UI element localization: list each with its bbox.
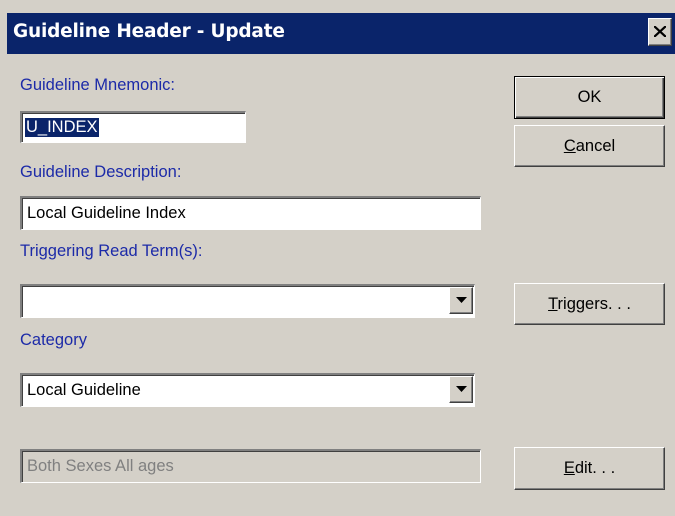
guideline-header-dialog: Guideline Header - Update Guideline Mnem… — [0, 0, 675, 516]
population-value: Both Sexes All ages — [27, 457, 174, 475]
category-value: Local Guideline — [27, 381, 141, 399]
cancel-button[interactable]: Cancel — [514, 125, 665, 167]
mnemonic-label: Guideline Mnemonic: — [20, 76, 175, 94]
ok-button[interactable]: OK — [514, 76, 665, 119]
chevron-down-icon — [456, 297, 467, 303]
window-title: Guideline Header - Update — [13, 21, 285, 42]
category-combobox[interactable]: Local Guideline — [20, 373, 475, 407]
edit-button-label: Edit. . . — [563, 459, 616, 477]
ok-button-label: OK — [577, 88, 602, 106]
edit-button[interactable]: Edit. . . — [514, 447, 665, 490]
chevron-down-icon — [456, 386, 467, 392]
mnemonic-input[interactable]: U_INDEX — [20, 111, 246, 143]
mnemonic-value: U_INDEX — [25, 118, 99, 137]
triggering-combobox[interactable] — [20, 284, 475, 318]
category-dropdown-button[interactable] — [449, 376, 473, 403]
description-label: Guideline Description: — [20, 163, 182, 181]
title-bar[interactable]: Guideline Header - Update — [7, 13, 675, 54]
triggers-button[interactable]: Triggers. . . — [514, 283, 665, 325]
description-value: Local Guideline Index — [27, 204, 186, 222]
close-button[interactable] — [648, 18, 672, 46]
close-icon — [654, 26, 666, 37]
cancel-button-label: Cancel — [563, 137, 616, 155]
triggering-dropdown-button[interactable] — [449, 287, 473, 314]
triggers-button-label: Triggers. . . — [548, 295, 631, 313]
description-input[interactable]: Local Guideline Index — [20, 196, 481, 230]
category-label: Category — [20, 331, 87, 349]
triggering-label: Triggering Read Term(s): — [20, 242, 203, 260]
population-field: Both Sexes All ages — [20, 449, 481, 483]
